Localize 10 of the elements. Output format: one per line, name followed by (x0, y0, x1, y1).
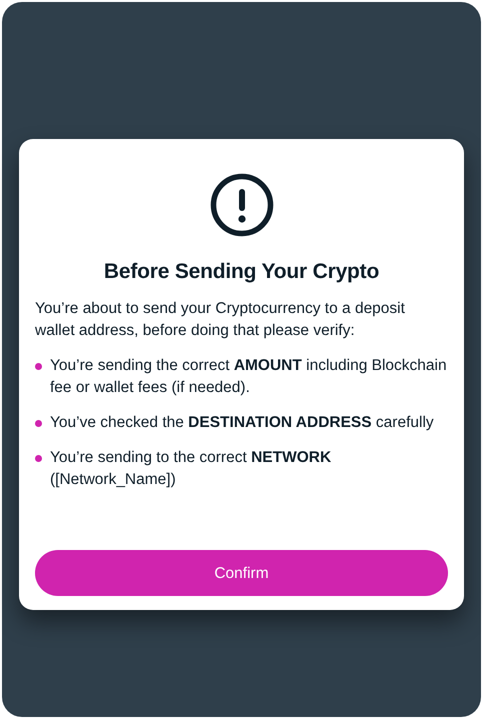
confirm-button[interactable]: Confirm (35, 550, 448, 596)
checklist-item: You’ve checked the DESTINATION ADDRESS carefully (50, 413, 434, 434)
dialog-title: Before Sending Your Crypto (102, 259, 380, 284)
bullet-icon (35, 363, 42, 370)
bullet-icon (35, 420, 42, 428)
checklist-item: You’re sending to the correct NETWORK ([Network_Name]) (50, 448, 332, 490)
intro-text: You’re about to send your Cryptocurrency to a deposit wallet address, before doing that please verify: (35, 299, 406, 342)
alert-icon (210, 173, 274, 237)
checklist-item: You’re sending the correct AMOUNT including Blockchain fee or wallet fees (if needed). (50, 356, 448, 398)
bullet-icon (35, 455, 42, 462)
